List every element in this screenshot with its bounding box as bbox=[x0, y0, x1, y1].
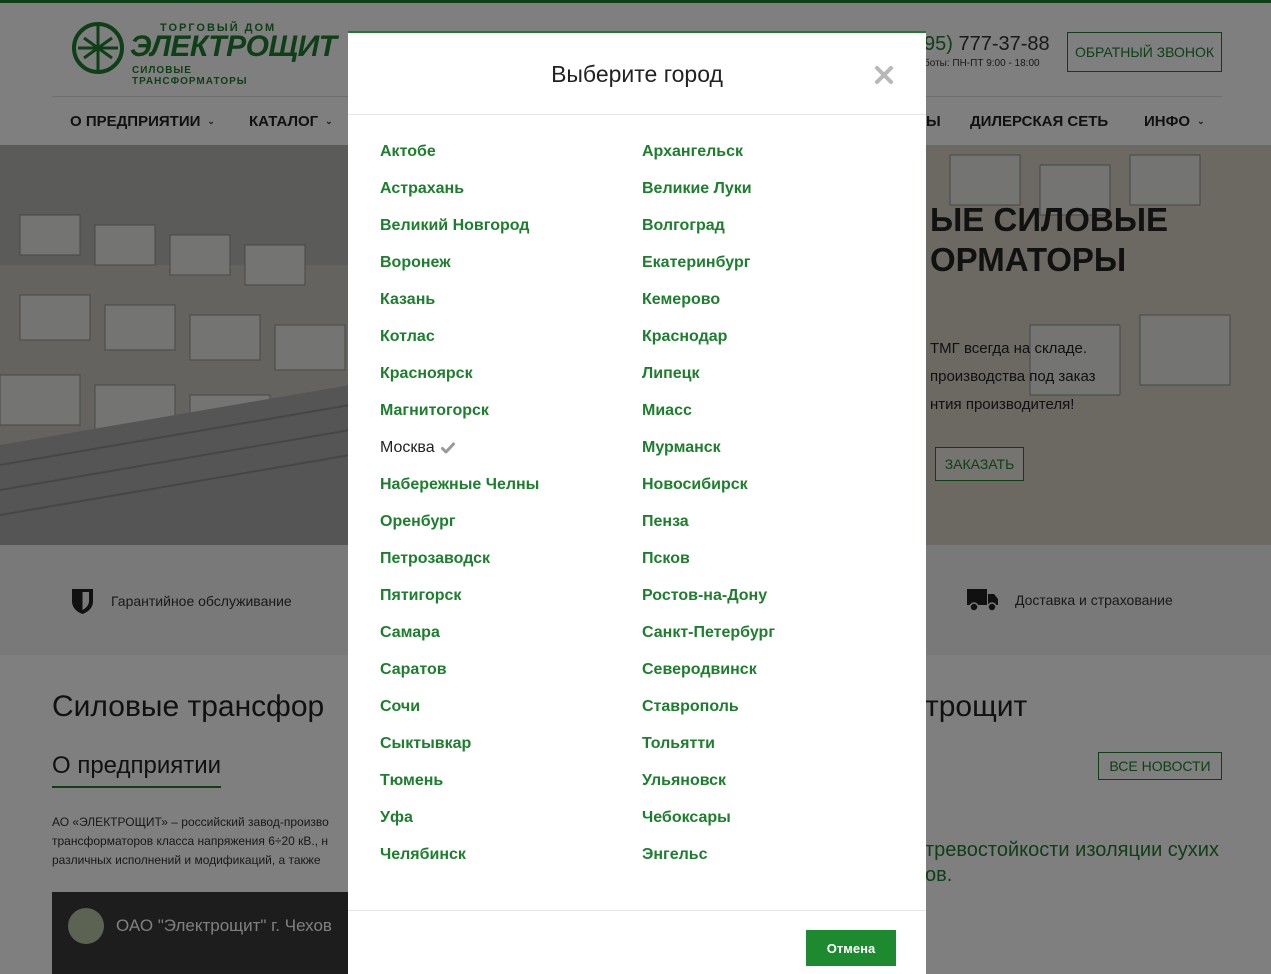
city-item[interactable]: Мурманск bbox=[642, 429, 721, 466]
city-item[interactable]: Пятигорск bbox=[380, 577, 461, 614]
city-label: Волгоград bbox=[642, 216, 725, 234]
city-label: Астрахань bbox=[380, 179, 465, 197]
city-label: Казань bbox=[380, 290, 436, 308]
city-item[interactable]: Тольятти bbox=[642, 725, 715, 762]
city-label: Ростов-на-Дону bbox=[642, 586, 768, 604]
city-item[interactable]: Великий Новгород bbox=[380, 207, 529, 244]
city-item[interactable]: Казань bbox=[380, 281, 435, 318]
city-item[interactable]: Великие Луки bbox=[642, 170, 752, 207]
city-item[interactable]: Новосибирск bbox=[642, 466, 748, 503]
city-label: Санкт-Петербург bbox=[642, 623, 775, 641]
city-item[interactable]: Уфа bbox=[380, 799, 413, 836]
city-label: Новосибирск bbox=[642, 475, 748, 493]
city-label: Саратов bbox=[380, 660, 447, 678]
city-item[interactable]: Астрахань bbox=[380, 170, 464, 207]
city-label: Петрозаводск bbox=[380, 549, 491, 567]
checkmark-icon bbox=[440, 442, 455, 454]
city-item[interactable]: Актобе bbox=[380, 133, 436, 170]
city-item[interactable]: Ростов-на-Дону bbox=[642, 577, 767, 614]
city-label: Котлас bbox=[380, 327, 435, 345]
city-label: Екатеринбург bbox=[642, 253, 751, 271]
city-item[interactable]: Кемерово bbox=[642, 281, 720, 318]
city-label: Челябинск bbox=[380, 845, 466, 863]
city-item[interactable]: Петрозаводск bbox=[380, 540, 490, 577]
city-label: Чебоксары bbox=[642, 808, 731, 826]
city-item[interactable]: Северодвинск bbox=[642, 651, 757, 688]
city-label: Сочи bbox=[380, 697, 421, 715]
city-item[interactable]: Миасс bbox=[642, 392, 692, 429]
city-label: Москва bbox=[380, 438, 435, 456]
city-item[interactable]: Архангельск bbox=[642, 133, 743, 170]
close-button[interactable] bbox=[872, 63, 896, 87]
city-item[interactable]: Котлас bbox=[380, 318, 435, 355]
city-item[interactable]: Волгоград bbox=[642, 207, 725, 244]
city-label: Мурманск bbox=[642, 438, 721, 456]
city-label: Северодвинск bbox=[642, 660, 757, 678]
modal-title: Выберите город bbox=[551, 61, 723, 87]
cancel-button[interactable]: Отмена bbox=[806, 930, 896, 966]
city-item[interactable]: Сочи bbox=[380, 688, 420, 725]
city-item[interactable]: Магнитогорск bbox=[380, 392, 489, 429]
city-label: Архангельск bbox=[642, 142, 744, 160]
city-label: Набережные Челны bbox=[380, 475, 540, 493]
city-item[interactable]: Санкт-Петербург bbox=[642, 614, 775, 651]
city-item[interactable]: Сыктывкар bbox=[380, 725, 471, 762]
city-label: Самара bbox=[380, 623, 440, 641]
city-label: Сыктывкар bbox=[380, 734, 472, 752]
modal-footer: Отмена bbox=[348, 910, 926, 974]
city-item[interactable]: Липецк bbox=[642, 355, 699, 392]
city-label: Тюмень bbox=[380, 771, 444, 789]
city-label: Пенза bbox=[642, 512, 689, 530]
city-label: Псков bbox=[642, 549, 690, 567]
city-item[interactable]: Красноярск bbox=[380, 355, 473, 392]
city-label: Оренбург bbox=[380, 512, 456, 530]
city-item[interactable]: Набережные Челны bbox=[380, 466, 539, 503]
city-label: Энгельс bbox=[642, 845, 708, 863]
city-label: Великий Новгород bbox=[380, 216, 530, 234]
city-item[interactable]: Энгельс bbox=[642, 836, 708, 873]
modal-header: Выберите город bbox=[348, 33, 926, 115]
city-select-modal: Выберите город Актобе Астрахань Великий Но… bbox=[348, 31, 926, 974]
city-item[interactable]: Псков bbox=[642, 540, 690, 577]
city-label: Великие Луки bbox=[642, 179, 752, 197]
city-label: Ульяновск bbox=[642, 771, 727, 789]
city-item[interactable]: Самара bbox=[380, 614, 440, 651]
city-label: Липецк bbox=[642, 364, 700, 382]
city-label: Кемерово bbox=[642, 290, 721, 308]
city-label: Миасс bbox=[642, 401, 692, 419]
city-label: Актобе bbox=[380, 142, 436, 160]
city-item[interactable]: Ульяновск bbox=[642, 762, 726, 799]
city-label: Воронеж bbox=[380, 253, 451, 271]
close-icon bbox=[875, 66, 893, 84]
city-label: Ставрополь bbox=[642, 697, 739, 715]
city-item-current[interactable]: Москва bbox=[380, 429, 455, 466]
city-item[interactable]: Ставрополь bbox=[642, 688, 739, 725]
city-item[interactable]: Краснодар bbox=[642, 318, 727, 355]
city-label: Краснодар bbox=[642, 327, 728, 345]
city-label: Тольятти bbox=[642, 734, 715, 752]
city-label: Красноярск bbox=[380, 364, 473, 382]
city-item[interactable]: Оренбург bbox=[380, 503, 456, 540]
city-item[interactable]: Воронеж bbox=[380, 244, 451, 281]
city-label: Уфа bbox=[380, 808, 413, 826]
city-item[interactable]: Саратов bbox=[380, 651, 447, 688]
city-label: Магнитогорск bbox=[380, 401, 489, 419]
city-label: Пятигорск bbox=[380, 586, 462, 604]
city-item[interactable]: Екатеринбург bbox=[642, 244, 750, 281]
city-item[interactable]: Тюмень bbox=[380, 762, 443, 799]
city-item[interactable]: Чебоксары bbox=[642, 799, 731, 836]
city-item[interactable]: Челябинск bbox=[380, 836, 466, 873]
city-item[interactable]: Пенза bbox=[642, 503, 689, 540]
